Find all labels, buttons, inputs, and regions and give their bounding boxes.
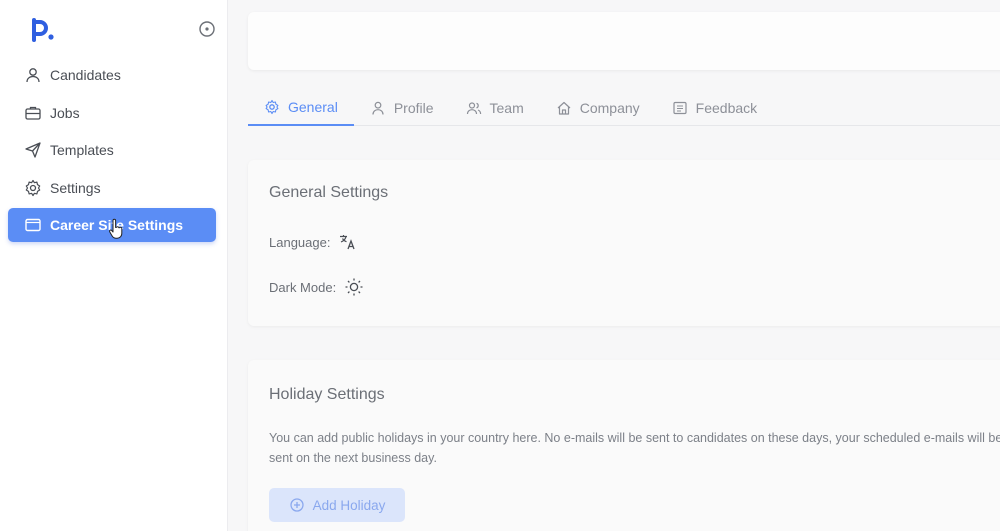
app-logo[interactable]: [30, 16, 56, 44]
holiday-settings-title: Holiday Settings: [269, 386, 385, 403]
sidebar-item-label: Jobs: [50, 104, 80, 121]
sun-icon[interactable]: [344, 277, 364, 297]
window-icon: [24, 216, 42, 234]
sidebar-item-candidates[interactable]: Candidates: [8, 58, 216, 92]
send-icon: [24, 141, 42, 159]
add-holiday-button[interactable]: Add Holiday: [269, 488, 405, 522]
sidebar-item-jobs[interactable]: Jobs: [8, 96, 216, 130]
general-settings-title: General Settings: [269, 184, 389, 201]
tab-profile[interactable]: Profile: [354, 90, 450, 126]
dark-mode-row: Dark Mode:: [269, 277, 364, 297]
tab-label: Feedback: [695, 100, 758, 116]
plus-circle-icon: [289, 497, 305, 513]
tab-general[interactable]: General: [248, 90, 354, 126]
language-row: Language:: [269, 232, 358, 252]
dark-mode-label: Dark Mode:: [269, 279, 337, 295]
gear-icon: [24, 179, 42, 197]
tab-label: Profile: [393, 100, 434, 116]
sidebar-item-label: Candidates: [50, 67, 121, 83]
sidebar-item-label: Templates: [50, 142, 114, 158]
header-card: [248, 12, 1000, 70]
holiday-settings-card: Holiday Settings You can add public holi…: [248, 360, 1000, 531]
briefcase-icon: [24, 104, 42, 122]
general-settings-card: General Settings Language: Dark Mode:: [248, 160, 1000, 326]
list-icon: [672, 100, 688, 116]
gear-icon: [264, 99, 280, 115]
tab-label: Company: [579, 100, 640, 116]
add-holiday-label: Add Holiday: [312, 497, 386, 513]
settings-tabs: General Profile Team Company Feedback: [248, 90, 1000, 126]
hand-cursor-icon: [108, 218, 124, 240]
language-label: Language:: [269, 234, 331, 250]
tab-team[interactable]: Team: [450, 90, 540, 126]
home-icon: [556, 100, 572, 116]
sidebar: Candidates Jobs Templates Settings Caree…: [0, 0, 228, 531]
sidebar-item-settings[interactable]: Settings: [8, 171, 216, 205]
holiday-settings-description: You can add public holidays in your coun…: [269, 431, 1000, 465]
user-icon: [370, 100, 386, 116]
sidebar-item-templates[interactable]: Templates: [8, 133, 216, 167]
translate-icon[interactable]: [338, 232, 358, 252]
user-icon: [24, 66, 42, 84]
tab-label: General: [288, 99, 338, 115]
collapse-sidebar-icon[interactable]: [198, 20, 216, 38]
team-icon: [466, 100, 482, 116]
tab-company[interactable]: Company: [540, 90, 656, 126]
tab-feedback[interactable]: Feedback: [656, 90, 773, 126]
sidebar-item-label: Settings: [50, 179, 101, 196]
tab-label: Team: [489, 100, 524, 116]
